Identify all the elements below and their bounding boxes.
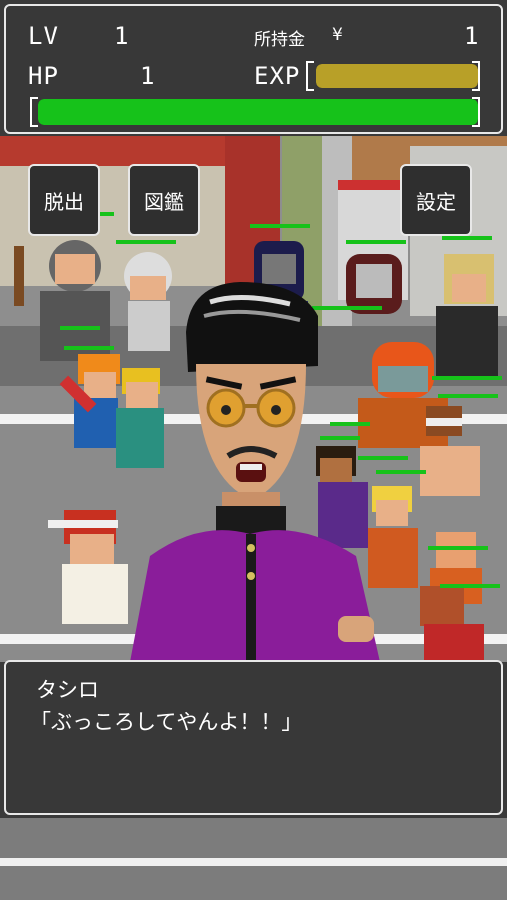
player-fighter [48, 510, 128, 624]
encyclopedia-button[interactable]: 図鑑 [128, 164, 200, 236]
settings-button[interactable]: 設定 [400, 164, 472, 236]
battle-scene: 脱出 図鑑 設定 [0, 136, 507, 662]
enemy-purple-thug [316, 446, 368, 548]
dialog-box[interactable]: タシロ 「ぶっころしてやんよ！！」 [4, 660, 503, 815]
exp-bar-fill [316, 64, 478, 88]
enemy-guitarist [59, 354, 120, 448]
hp-label: HP [28, 62, 59, 90]
enemy-old-woman [14, 240, 110, 361]
level-label: LV [28, 22, 59, 50]
money-value: 1 [464, 22, 480, 50]
exp-label: EXP [254, 62, 301, 90]
enemy-headband [420, 406, 480, 496]
enemy-blonde-orange [368, 486, 418, 588]
enemy-teal [116, 368, 164, 468]
bottom-road [0, 818, 507, 900]
enemy-skull [346, 254, 402, 314]
status-panel: LV 1 所持金 ¥ 1 HP 1 EXP [4, 4, 503, 134]
hp-bar [38, 99, 478, 125]
exp-bracket-left [306, 61, 314, 91]
lane-line [0, 858, 507, 866]
enemy-grey-haired [124, 252, 172, 351]
hp-value: 1 [140, 62, 156, 90]
hp-bar-fill [38, 99, 478, 125]
exp-bar [316, 64, 478, 88]
money-symbol: ¥ [332, 25, 343, 45]
dialog-speaker: タシロ [36, 678, 99, 702]
enemy-blond [436, 254, 498, 376]
hp-bracket-right [472, 97, 480, 127]
escape-button[interactable]: 脱出 [28, 164, 100, 236]
dialog-line: 「ぶっころしてやんよ！！」 [30, 710, 303, 734]
exp-bracket-right [472, 61, 480, 91]
level-value: 1 [114, 22, 130, 50]
money-label: 所持金 [254, 30, 305, 50]
hp-bracket-left [30, 97, 38, 127]
